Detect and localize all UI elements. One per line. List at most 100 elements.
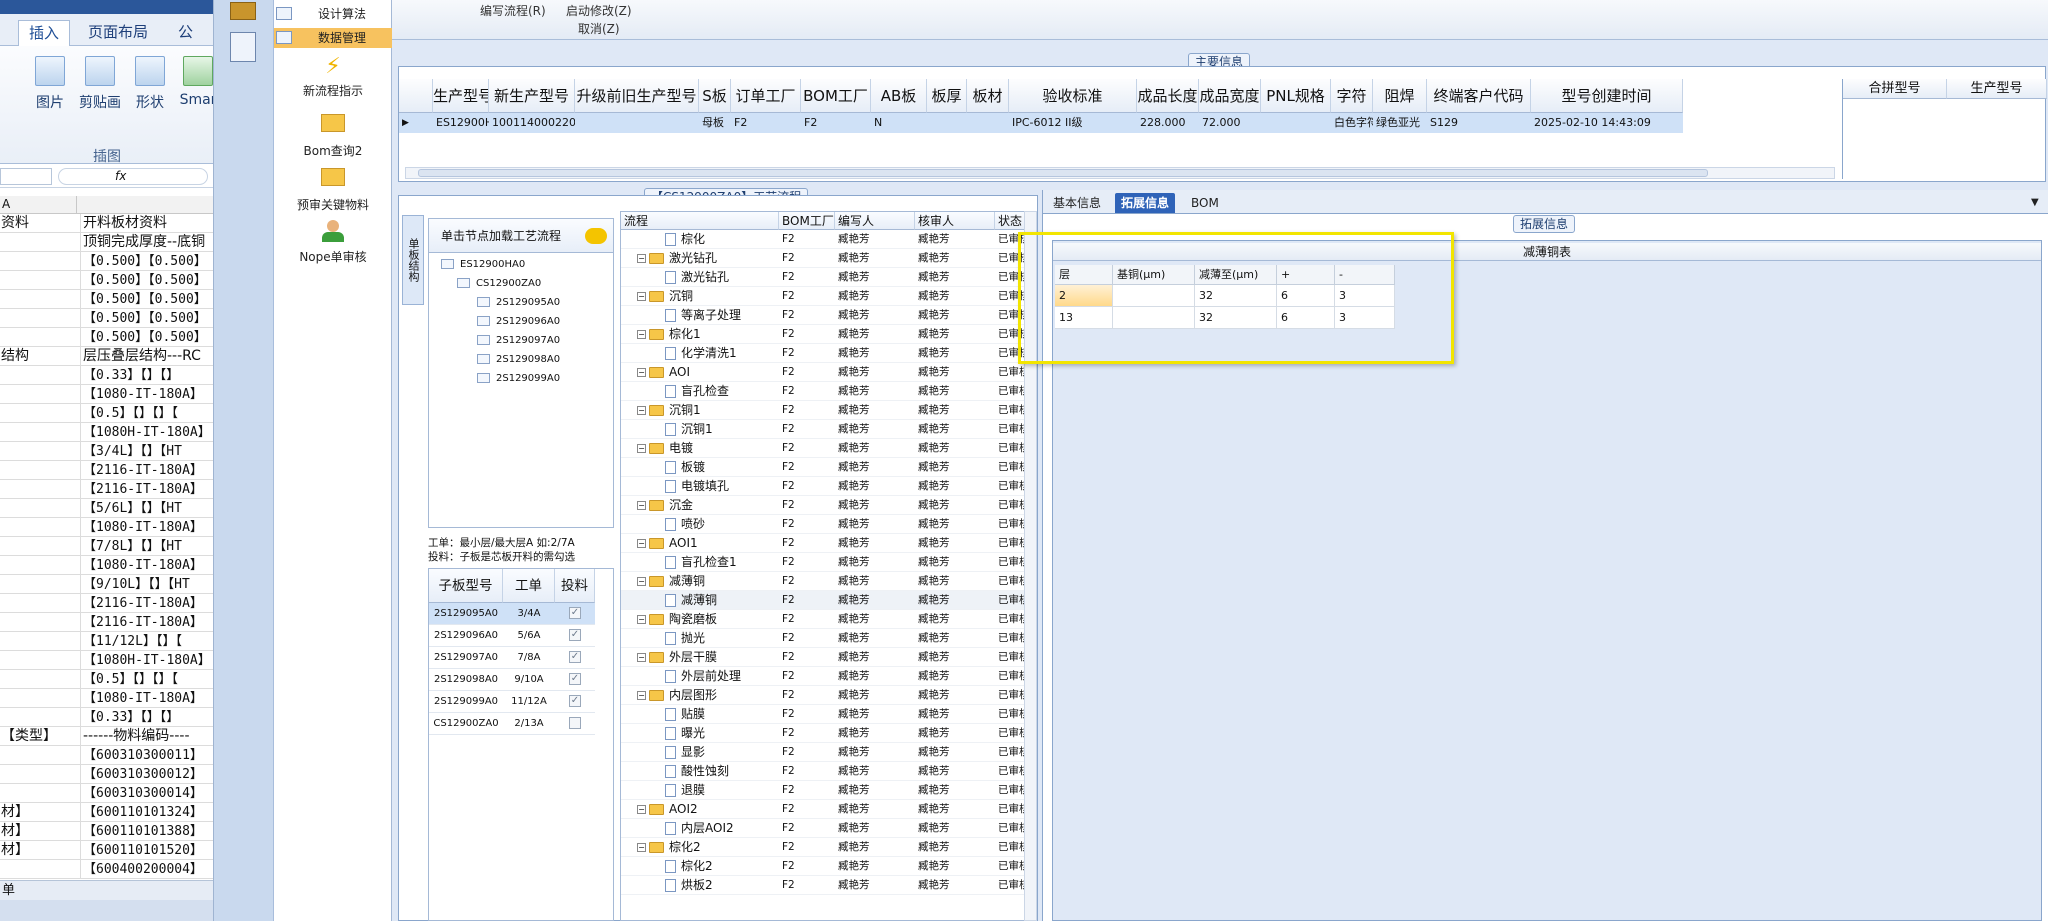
nav-prereview[interactable]: 预审关键物料 bbox=[274, 164, 392, 213]
collapse-toggle[interactable]: − bbox=[637, 501, 646, 510]
cell-b[interactable]: 【7/8L】【】【HT bbox=[80, 537, 213, 555]
tab-extended-info[interactable]: 拓展信息 bbox=[1115, 193, 1176, 213]
formula-input[interactable]: fx bbox=[58, 168, 208, 185]
sub-model-cell[interactable]: CS12900ZA0 bbox=[429, 713, 503, 735]
sub-order-cell[interactable]: 5/6A bbox=[503, 625, 555, 647]
row-indicator[interactable]: ▶ bbox=[399, 113, 433, 133]
cell-b[interactable]: 【1080-IT-180A】 bbox=[80, 556, 213, 574]
cell-b[interactable]: ------物料编码---- bbox=[80, 727, 213, 745]
collapse-toggle[interactable]: − bbox=[637, 539, 646, 548]
column-header[interactable]: 字符 bbox=[1331, 79, 1373, 113]
flow-row[interactable]: − 沉金 F2 臧艳芳 臧艳芳 已审核 bbox=[621, 496, 1024, 515]
flow-row[interactable]: − 减薄铜 F2 臧艳芳 臧艳芳 已审核 bbox=[621, 572, 1024, 591]
flow-row[interactable]: − 沉铜1 F2 臧艳芳 臧艳芳 已审核 bbox=[621, 401, 1024, 420]
grid-cell[interactable]: 母板 bbox=[699, 113, 731, 133]
flow-row[interactable]: 喷砂 F2 臧艳芳 臧艳芳 已审核 bbox=[621, 515, 1024, 534]
main-grid-scrollbar[interactable] bbox=[405, 167, 1835, 179]
column-header[interactable]: 订单工厂 bbox=[731, 79, 801, 113]
flow-row[interactable]: 棕化F2臧艳芳臧艳芳已审核 bbox=[621, 230, 1024, 249]
sub-order-cell[interactable]: 3/4A bbox=[503, 603, 555, 625]
cell-a[interactable]: 材】 bbox=[0, 822, 76, 840]
cell-b[interactable]: 【2116-IT-180A】 bbox=[80, 480, 213, 498]
cell-b[interactable]: 【0.500】【0.500】 bbox=[80, 309, 213, 327]
edit-flow-button[interactable]: 编写流程(R) bbox=[480, 2, 546, 19]
flow-row[interactable]: −沉铜F2臧艳芳臧艳芳已审核 bbox=[621, 287, 1024, 306]
tree-node[interactable]: 2S129096A0 bbox=[477, 316, 560, 327]
sub-order-cell[interactable]: 7/8A bbox=[503, 647, 555, 669]
collapse-toggle[interactable]: − bbox=[637, 368, 646, 377]
cell-b[interactable]: 【2116-IT-180A】 bbox=[80, 461, 213, 479]
grid-cell[interactable]: ES12900HA0 bbox=[433, 113, 489, 133]
cell-a[interactable]: 结构 bbox=[0, 347, 76, 365]
sub-column-header[interactable]: 工单 bbox=[503, 569, 555, 603]
side-column-header[interactable]: 生产型号 bbox=[1947, 79, 2047, 99]
cell-b[interactable]: 【1080-IT-180A】 bbox=[80, 518, 213, 536]
sub-model-cell[interactable]: 2S129095A0 bbox=[429, 603, 503, 625]
excel-scrollbar[interactable] bbox=[0, 900, 213, 921]
sub-column-header[interactable]: 投料 bbox=[555, 569, 595, 603]
feed-checkbox[interactable]: ✓ bbox=[569, 695, 581, 707]
sub-feed-cell[interactable]: ✓ bbox=[555, 603, 595, 625]
collapse-toggle[interactable]: − bbox=[637, 254, 646, 263]
cell-a[interactable]: 材】 bbox=[0, 803, 76, 821]
nav-nope-review[interactable]: Nope单审核 bbox=[274, 218, 392, 265]
flow-row[interactable]: 盲孔检查1 F2 臧艳芳 臧艳芳 已审核 bbox=[621, 553, 1024, 572]
sub-order-cell[interactable]: 11/12A bbox=[503, 691, 555, 713]
cell-b[interactable]: 【600110101324】 bbox=[80, 803, 213, 821]
cell-b[interactable]: 开料板材资料 bbox=[80, 214, 213, 232]
sub-feed-cell[interactable] bbox=[555, 713, 595, 735]
flow-row[interactable]: − AOI2 F2 臧艳芳 臧艳芳 已审核 bbox=[621, 800, 1024, 819]
cell-b[interactable]: 【2116-IT-180A】 bbox=[80, 613, 213, 631]
collapse-toggle[interactable]: − bbox=[637, 292, 646, 301]
sheet-tab[interactable]: 单 bbox=[0, 883, 15, 898]
flow-row[interactable]: 沉铜1 F2 臧艳芳 臧艳芳 已审核 bbox=[621, 420, 1024, 439]
flow-row[interactable]: 烘板2 F2 臧艳芳 臧艳芳 已审核 bbox=[621, 876, 1024, 895]
flow-row[interactable]: −激光钻孔F2臧艳芳臧艳芳已审核 bbox=[621, 249, 1024, 268]
cell-b[interactable]: 【1080H-IT-180A】 bbox=[80, 423, 213, 441]
feed-checkbox[interactable]: ✓ bbox=[569, 651, 581, 663]
column-header[interactable]: 阻焊 bbox=[1373, 79, 1427, 113]
collapse-toggle[interactable]: − bbox=[637, 805, 646, 814]
cell-a[interactable]: 【类型】 bbox=[0, 727, 76, 745]
flow-column-header[interactable]: 流程 bbox=[621, 212, 779, 230]
nav-data-management[interactable]: 数据管理 bbox=[274, 28, 392, 48]
flow-row[interactable]: − AOI F2 臧艳芳 臧艳芳 已审核 bbox=[621, 363, 1024, 382]
column-header[interactable]: 终端客户代码 bbox=[1427, 79, 1531, 113]
grid-cell[interactable]: 72.000 bbox=[1199, 113, 1261, 133]
cell-b[interactable]: 【1080H-IT-180A】 bbox=[80, 651, 213, 669]
collapse-toggle[interactable]: − bbox=[637, 653, 646, 662]
cell-b[interactable]: 【0.33】【】【】 bbox=[80, 366, 213, 384]
cell-b[interactable]: 【600310300014】 bbox=[80, 784, 213, 802]
flow-row[interactable]: 减薄铜 F2 臧艳芳 臧艳芳 已审核 bbox=[621, 591, 1024, 610]
flow-row[interactable]: 盲孔检查 F2 臧艳芳 臧艳芳 已审核 bbox=[621, 382, 1024, 401]
grid-cell[interactable]: 228.000 bbox=[1137, 113, 1199, 133]
collapse-toggle[interactable]: − bbox=[637, 843, 646, 852]
nav-bom-query[interactable]: Bom查询2 bbox=[274, 110, 392, 159]
column-header[interactable]: 新生产型号 bbox=[489, 79, 575, 113]
shapes-button[interactable]: 形状 bbox=[128, 56, 172, 112]
flow-column-header[interactable]: 核审人 bbox=[915, 212, 995, 230]
cell-b[interactable]: 【2116-IT-180A】 bbox=[80, 594, 213, 612]
flow-row[interactable]: 曝光 F2 臧艳芳 臧艳芳 已审核 bbox=[621, 724, 1024, 743]
grid-cell[interactable]: 白色字符 bbox=[1331, 113, 1373, 133]
cell-b[interactable]: 【600110101520】 bbox=[80, 841, 213, 859]
tab-bom[interactable]: BOM bbox=[1185, 193, 1225, 213]
tree-node[interactable]: 2S129098A0 bbox=[477, 354, 560, 365]
sub-feed-cell[interactable]: ✓ bbox=[555, 647, 595, 669]
cell-b[interactable]: 【1080-IT-180A】 bbox=[80, 385, 213, 403]
nav-new-flow[interactable]: ⚡ 新流程指示 bbox=[274, 54, 392, 99]
flow-row[interactable]: 抛光 F2 臧艳芳 臧艳芳 已审核 bbox=[621, 629, 1024, 648]
column-header[interactable]: 验收标准 bbox=[1009, 79, 1137, 113]
cell-b[interactable]: 【1080-IT-180A】 bbox=[80, 689, 213, 707]
column-header[interactable]: 型号创建时间 bbox=[1531, 79, 1683, 113]
flow-row[interactable]: 外层前处理 F2 臧艳芳 臧艳芳 已审核 bbox=[621, 667, 1024, 686]
cell-b[interactable]: 【5/6L】【】【HT bbox=[80, 499, 213, 517]
cell-b[interactable]: 【0.500】【0.500】 bbox=[80, 271, 213, 289]
flow-row[interactable]: − 内层图形 F2 臧艳芳 臧艳芳 已审核 bbox=[621, 686, 1024, 705]
tab-basic-info[interactable]: 基本信息 bbox=[1047, 193, 1107, 213]
flow-row[interactable]: 化学清洗1F2臧艳芳臧艳芳已审核 bbox=[621, 344, 1024, 363]
tree-node[interactable]: CS12900ZA0 bbox=[457, 278, 541, 289]
tab-dropdown-icon[interactable]: ▼ bbox=[2025, 193, 2045, 213]
tab-page-layout[interactable]: 页面布局 bbox=[78, 20, 158, 46]
start-modify-button[interactable]: 启动修改(Z) bbox=[566, 2, 632, 19]
